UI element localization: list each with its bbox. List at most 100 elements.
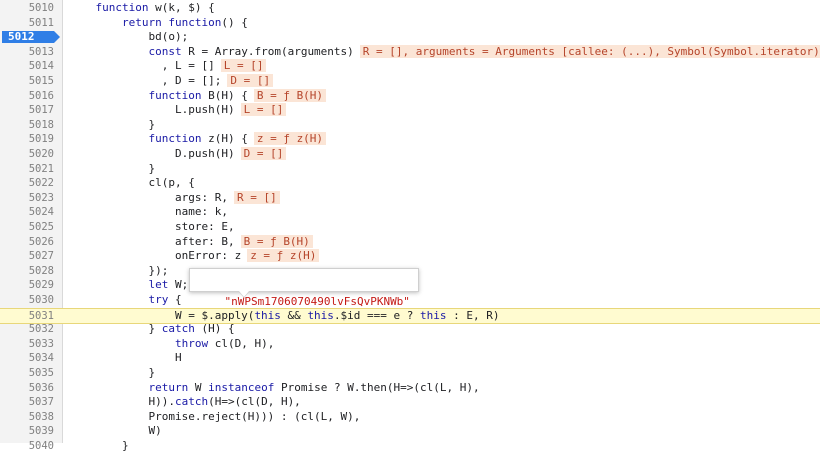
inline-value: z = ƒ z(H) bbox=[253, 132, 327, 146]
inline-value: R = [] bbox=[233, 190, 280, 204]
inline-value: R = [], arguments = Arguments [callee: (… bbox=[359, 44, 820, 58]
line-number[interactable]: 5014 bbox=[0, 59, 54, 74]
inline-value: D = [] bbox=[227, 74, 274, 87]
code-text: function B(H) {B = ƒ B(H) bbox=[69, 88, 327, 104]
code-line[interactable]: 5034 H bbox=[0, 351, 820, 366]
line-number[interactable]: 5015 bbox=[0, 74, 54, 89]
line-number[interactable]: 5026 bbox=[0, 235, 54, 250]
line-number[interactable]: 5016 bbox=[0, 89, 54, 104]
code-line[interactable]: 5038 Promise.reject(H))) : (cl(L, W), bbox=[0, 410, 820, 425]
line-number[interactable]: 5017 bbox=[0, 103, 54, 118]
line-number[interactable]: 5039 bbox=[0, 424, 54, 439]
line-number[interactable]: 5021 bbox=[0, 162, 54, 177]
code-text: Promise.reject(H))) : (cl(L, W), bbox=[69, 409, 361, 423]
line-number[interactable]: 5040 bbox=[0, 439, 54, 454]
line-number[interactable]: 5024 bbox=[0, 205, 54, 220]
code-line[interactable]: 5017 L.push(H) L = [] bbox=[0, 103, 820, 118]
line-number[interactable]: 5019 bbox=[0, 132, 54, 147]
code-text: name: k, bbox=[69, 205, 228, 219]
code-line[interactable]: 5039 W) bbox=[0, 424, 820, 439]
code-text: } bbox=[69, 439, 129, 452]
line-number[interactable]: 5029 bbox=[0, 278, 54, 293]
code-line[interactable]: 5022 cl(p, { bbox=[0, 176, 820, 191]
code-line[interactable]: 5018 } bbox=[0, 118, 820, 133]
line-number[interactable]: 5011 bbox=[0, 16, 54, 31]
code-line[interactable]: 5026 after: B, B = ƒ B(H) bbox=[0, 234, 820, 250]
code-text: H)).catch(H=>(cl(D, H), bbox=[69, 395, 301, 409]
code-text: , D = []; D = [] bbox=[69, 74, 274, 89]
breakpoint-marker[interactable]: 5012 bbox=[2, 31, 60, 44]
line-number[interactable]: 5018 bbox=[0, 118, 54, 133]
code-text: const R = Array.from(arguments) R = [], a… bbox=[69, 44, 820, 60]
code-text: bd(o); bbox=[69, 30, 189, 44]
line-number[interactable]: 5013 bbox=[0, 45, 54, 60]
line-number[interactable]: 5036 bbox=[0, 381, 54, 396]
line-number[interactable]: 5020 bbox=[0, 147, 54, 162]
code-line[interactable]: 5021 } bbox=[0, 162, 820, 177]
code-text: return function() { bbox=[121, 15, 248, 29]
code-line[interactable]: 5023 args: R, R = [] bbox=[0, 190, 820, 206]
code-line[interactable]: 5035 } bbox=[0, 366, 820, 381]
code-text: after: B, B = ƒ B(H) bbox=[69, 234, 313, 250]
code-text: , L = [] L = [] bbox=[69, 59, 267, 74]
code-line[interactable]: 5032 } catch (H) { bbox=[0, 322, 820, 337]
code-text: function w(k, $) { bbox=[95, 1, 215, 14]
code-line[interactable]: 5016 function B(H) {B = ƒ B(H) bbox=[0, 88, 820, 104]
code-text: } bbox=[69, 117, 156, 131]
code-text: D.push(H) D = [] bbox=[69, 147, 287, 162]
code-line[interactable]: 5020 D.push(H) D = [] bbox=[0, 147, 820, 162]
line-number[interactable]: 5023 bbox=[0, 191, 54, 206]
line-number[interactable]: 5031 bbox=[0, 309, 54, 324]
code-line[interactable]: 5024 name: k, bbox=[0, 205, 820, 220]
code-line[interactable]: 5010 function w(k, $) { bbox=[0, 1, 820, 16]
line-number[interactable]: 5022 bbox=[0, 176, 54, 191]
code-text: } bbox=[69, 161, 156, 175]
line-number[interactable]: 5034 bbox=[0, 351, 54, 366]
code-line[interactable]: 5012 bd(o); bbox=[0, 30, 820, 45]
code-text: } bbox=[69, 366, 156, 379]
line-number[interactable]: 5032 bbox=[0, 322, 54, 337]
inline-value: B = ƒ B(H) bbox=[240, 234, 313, 248]
inline-value: z = ƒ z(H) bbox=[247, 249, 320, 263]
code-line[interactable]: 5025 store: E, bbox=[0, 220, 820, 235]
code-line[interactable]: 5011 return function() { bbox=[0, 16, 820, 31]
code-line[interactable]: 5040 } bbox=[0, 439, 820, 454]
line-number[interactable]: 5037 bbox=[0, 395, 54, 410]
code-text: store: E, bbox=[69, 220, 235, 233]
code-text: cl(p, { bbox=[69, 176, 195, 190]
code-text: W) bbox=[69, 424, 162, 438]
code-text: H bbox=[69, 351, 182, 365]
code-text: throw cl(D, H), bbox=[174, 336, 275, 350]
code-text: L.push(H) L = [] bbox=[69, 103, 287, 118]
inline-value: D = [] bbox=[240, 147, 287, 160]
inline-value: B = ƒ B(H) bbox=[253, 88, 327, 102]
code-text: try { bbox=[148, 293, 182, 306]
code-text: onError: zz = ƒ z(H) bbox=[69, 249, 320, 264]
inline-value: L = [] bbox=[240, 103, 287, 117]
source-editor[interactable]: 5010 function w(k, $) {5011 return funct… bbox=[0, 0, 820, 452]
line-number[interactable]: 5038 bbox=[0, 410, 54, 425]
code-line[interactable]: 5015 , D = []; D = [] bbox=[0, 74, 820, 89]
code-text: function z(H) {z = ƒ z(H) bbox=[69, 132, 327, 147]
line-number[interactable]: 5033 bbox=[0, 337, 54, 352]
line-number[interactable]: 5027 bbox=[0, 249, 54, 264]
code-line[interactable]: 5030 try { bbox=[0, 293, 820, 308]
code-line[interactable]: 5014 , L = [] L = [] bbox=[0, 59, 820, 74]
code-text: let W; bbox=[148, 278, 189, 292]
code-line[interactable]: 5019 function z(H) {z = ƒ z(H) bbox=[0, 132, 820, 147]
code-line[interactable]: 5033 throw cl(D, H), bbox=[0, 337, 820, 352]
code-text: return W instanceof Promise ? W.then(H=>… bbox=[148, 380, 480, 394]
code-line[interactable]: 5027 onError: zz = ƒ z(H) bbox=[0, 249, 820, 264]
code-line[interactable]: 5013 const R = Array.from(arguments) R = … bbox=[0, 44, 820, 60]
line-number[interactable]: 5028 bbox=[0, 264, 54, 279]
line-number[interactable]: 5035 bbox=[0, 366, 54, 381]
line-number[interactable]: 5025 bbox=[0, 220, 54, 235]
tooltip-value: "nWPSm1706070490lvFsQvPKNWb" bbox=[224, 295, 410, 308]
code-text: }); bbox=[69, 263, 169, 277]
code-text: args: R, R = [] bbox=[69, 190, 280, 206]
line-number[interactable]: 5030 bbox=[0, 293, 54, 308]
inline-value: L = [] bbox=[220, 59, 267, 73]
line-number[interactable]: 5010 bbox=[0, 1, 54, 16]
code-line[interactable]: 5037 H)).catch(H=>(cl(D, H), bbox=[0, 395, 820, 410]
code-line[interactable]: 5036 return W instanceof Promise ? W.the… bbox=[0, 381, 820, 396]
